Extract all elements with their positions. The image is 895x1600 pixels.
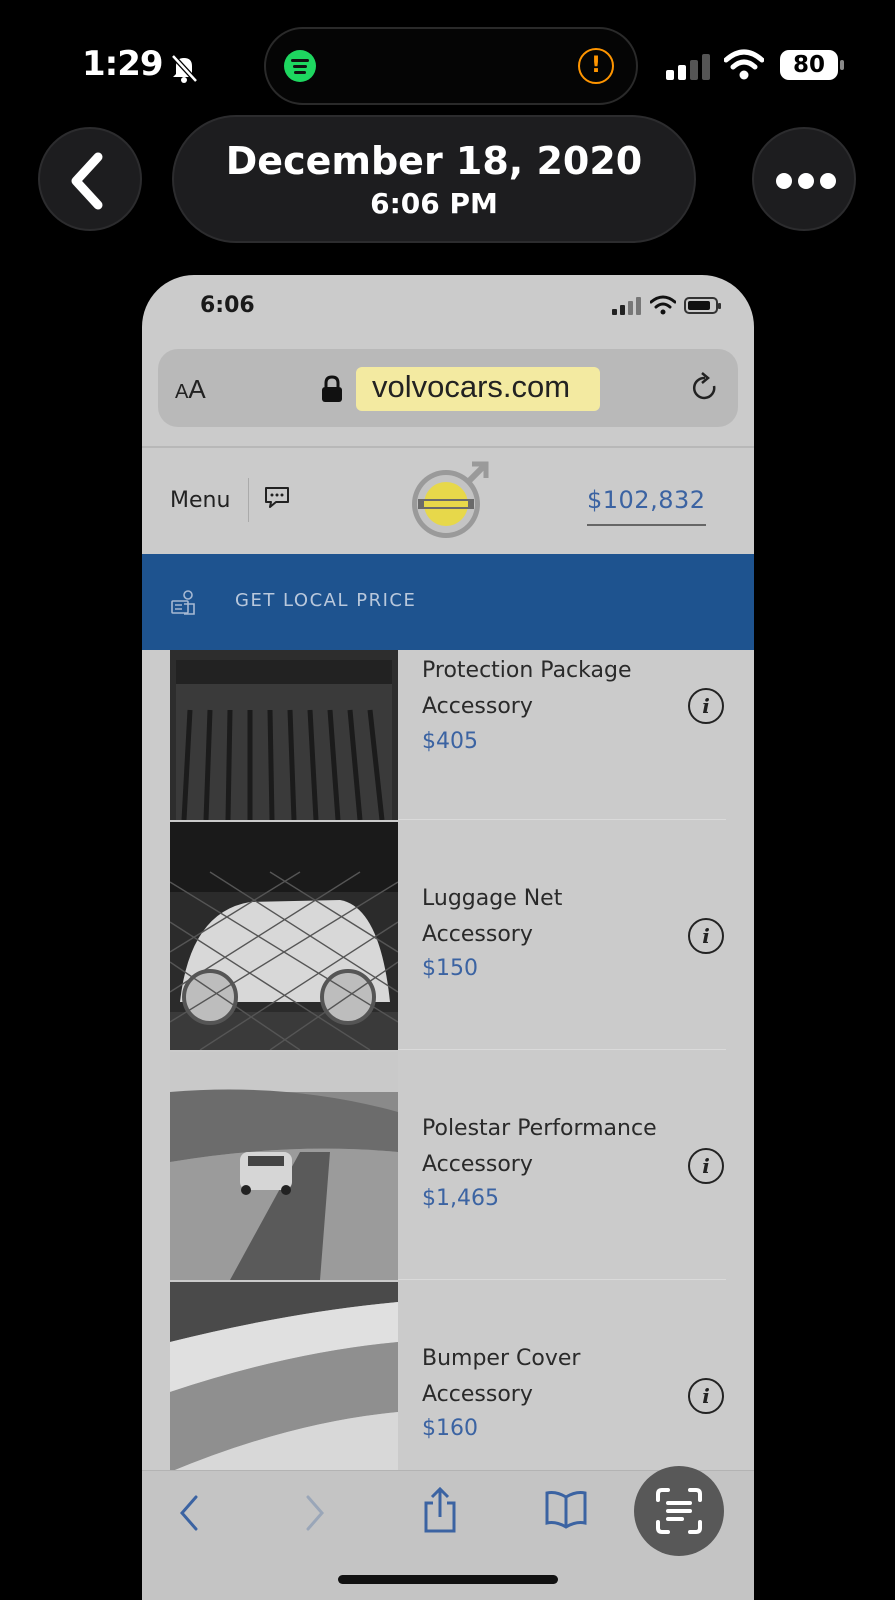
- text-scan-icon: [656, 1488, 702, 1534]
- phone-signal-icon: [612, 297, 642, 315]
- photo-date: December 18, 2020: [225, 139, 643, 183]
- cellular-signal-icon: [666, 54, 710, 80]
- polestar-performance-image: [170, 1052, 398, 1280]
- alert-icon[interactable]: !: [578, 48, 614, 84]
- url-text[interactable]: volvocars.com: [372, 369, 570, 405]
- phone-wifi-icon: [650, 295, 676, 315]
- header-separator: [248, 478, 249, 522]
- total-price-link[interactable]: $102,832: [587, 486, 706, 526]
- share-icon[interactable]: [422, 1485, 458, 1535]
- reload-icon[interactable]: [690, 371, 720, 405]
- ellipsis-icon: [776, 173, 836, 189]
- list-item[interactable]: Polestar Performance Accessory $1,465 i: [170, 1052, 726, 1280]
- address-bar[interactable]: AA volvocars.com: [158, 349, 738, 427]
- photo-date-pill[interactable]: December 18, 2020 6:06 PM: [172, 115, 696, 243]
- protection-package-image: [170, 650, 398, 820]
- status-time: 1:29: [82, 44, 164, 84]
- battery-icon: 80: [780, 50, 844, 80]
- lock-icon: [322, 375, 342, 402]
- photo-time: 6:06 PM: [370, 187, 498, 220]
- home-indicator[interactable]: [338, 1575, 558, 1584]
- text-size-button[interactable]: AA: [175, 374, 206, 405]
- list-item[interactable]: Luggage Net Accessory $150 i: [170, 822, 726, 1050]
- site-header: Menu $102,832: [142, 448, 754, 554]
- item-price: $160: [422, 1416, 478, 1441]
- chevron-left-icon: [71, 152, 103, 210]
- item-type: Accessory: [422, 1382, 533, 1407]
- more-button[interactable]: [752, 127, 856, 231]
- info-icon[interactable]: i: [688, 918, 724, 954]
- live-text-button[interactable]: [634, 1466, 724, 1556]
- item-type: Accessory: [422, 1152, 533, 1177]
- phone-status-time: 6:06: [200, 293, 255, 318]
- phone-battery-icon: [684, 297, 721, 314]
- luggage-net-image: [170, 822, 398, 1050]
- dealer-location-icon: [171, 590, 195, 615]
- item-name: Luggage Net: [422, 886, 563, 911]
- list-item[interactable]: Protection Package Accessory $405 i: [170, 650, 726, 820]
- volvo-logo[interactable]: [408, 460, 490, 542]
- item-type: Accessory: [422, 922, 533, 947]
- spotify-icon[interactable]: [284, 50, 316, 82]
- item-name: Protection Package: [422, 658, 632, 683]
- item-price: $150: [422, 956, 478, 981]
- item-type: Accessory: [422, 694, 533, 719]
- get-local-price-label: GET LOCAL PRICE: [235, 590, 417, 611]
- menu-button[interactable]: Menu: [170, 488, 230, 513]
- bell-slash-icon: [171, 54, 198, 83]
- bookmarks-icon[interactable]: [544, 1489, 588, 1529]
- info-icon[interactable]: i: [688, 1148, 724, 1184]
- screenshot-image: 6:06 AA volvocars.com Menu $102,832 GET …: [142, 275, 754, 1600]
- browser-back-icon[interactable]: [176, 1491, 202, 1535]
- item-price: $405: [422, 729, 478, 754]
- back-button[interactable]: [38, 127, 142, 231]
- item-name: Polestar Performance: [422, 1116, 657, 1141]
- info-icon[interactable]: i: [688, 688, 724, 724]
- browser-forward-icon[interactable]: [302, 1491, 328, 1535]
- info-icon[interactable]: i: [688, 1378, 724, 1414]
- wifi-icon: [724, 49, 764, 80]
- get-local-price-button[interactable]: GET LOCAL PRICE: [142, 554, 754, 650]
- item-price: $1,465: [422, 1186, 499, 1211]
- item-name: Bumper Cover: [422, 1346, 581, 1371]
- chat-icon[interactable]: [264, 486, 290, 510]
